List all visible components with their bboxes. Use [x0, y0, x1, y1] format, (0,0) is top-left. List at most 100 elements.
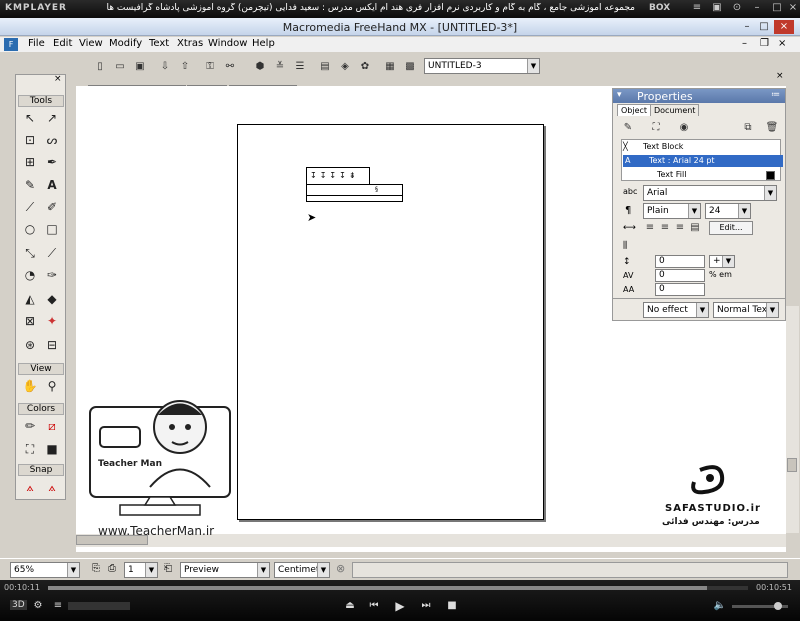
brush-icon[interactable]: ✑: [42, 265, 62, 285]
minimize-button[interactable]: –: [739, 20, 755, 34]
perspective-icon[interactable]: ◭: [20, 289, 40, 309]
document-page[interactable]: ↧↧↧↧⇟ § ➤: [237, 124, 544, 520]
connector-icon[interactable]: ⊛: [20, 335, 40, 355]
fill-swatch[interactable]: [766, 171, 775, 180]
new-icon[interactable]: ▯: [91, 58, 109, 76]
units-select[interactable]: Centimeters ▼: [274, 562, 330, 578]
properties-title-bar[interactable]: ▾ Properties ≔: [613, 89, 785, 103]
panel-justify-icon[interactable]: ▤: [688, 221, 702, 235]
add-fill-icon[interactable]: ⛶: [647, 119, 665, 137]
eyedropper-icon[interactable]: ✒: [42, 152, 62, 172]
line-icon[interactable]: ⟋: [20, 197, 40, 217]
symbols-icon[interactable]: ◈: [336, 58, 354, 76]
next-page-icon[interactable]: ⎙: [108, 563, 116, 574]
maximize-button[interactable]: □: [756, 20, 772, 34]
import-icon[interactable]: ⇩: [156, 58, 174, 76]
vertical-scrollbar[interactable]: [786, 306, 799, 533]
knife-icon[interactable]: ⟋: [42, 243, 62, 263]
blend-icon[interactable]: ⊠: [20, 311, 40, 331]
kerning-input[interactable]: 0: [655, 269, 705, 282]
volume-slider[interactable]: [732, 602, 788, 610]
scale-icon[interactable]: ⤡: [20, 243, 40, 263]
player-minimize-icon[interactable]: –: [750, 1, 764, 15]
app-icon[interactable]: F: [4, 38, 18, 51]
prev-page-icon[interactable]: ⎘: [92, 563, 100, 574]
leading-unit-select[interactable]: + ▼: [709, 255, 735, 268]
panel-size-select[interactable]: 24 ▼: [705, 203, 751, 219]
chart-icon[interactable]: ⊟: [42, 335, 62, 355]
layers-icon[interactable]: ☰: [291, 58, 309, 76]
format-badges[interactable]: [68, 602, 130, 610]
unlock-icon[interactable]: ⚯: [221, 58, 239, 76]
panel-align-left-icon[interactable]: ≡: [643, 221, 657, 235]
options-icon[interactable]: ≡: [50, 598, 66, 614]
paragraph-icon[interactable]: ¶: [625, 205, 631, 216]
swap-colors-icon[interactable]: ■: [42, 439, 62, 459]
save-icon[interactable]: ▣: [131, 58, 149, 76]
leading-input[interactable]: 0: [655, 255, 705, 268]
mdi-restore-icon[interactable]: ❐: [760, 38, 769, 49]
menu-modify[interactable]: Modify: [109, 38, 142, 49]
stop-icon[interactable]: ⊗: [336, 562, 345, 575]
columns-icon[interactable]: ⫼: [623, 241, 627, 251]
effect-select[interactable]: No effect ▼: [643, 302, 709, 318]
player-restore-icon[interactable]: ▣: [710, 1, 724, 15]
menu-help[interactable]: Help: [252, 38, 275, 49]
page-icon[interactable]: ⎗: [164, 563, 172, 574]
mdi-minimize-icon[interactable]: –: [742, 38, 747, 49]
panel-font-select[interactable]: Arial ▼: [643, 185, 777, 201]
panel-menu-icon[interactable]: ≔: [771, 90, 780, 100]
menu-xtras[interactable]: Xtras: [177, 38, 203, 49]
duplicate-item-icon[interactable]: ⧉: [739, 119, 757, 137]
text-mode-select[interactable]: Normal Text ▼: [713, 302, 779, 318]
ellipse-icon[interactable]: ○: [20, 219, 40, 239]
freeform-icon[interactable]: ◔: [20, 265, 40, 285]
3d-badge[interactable]: 3D: [10, 600, 27, 610]
page-tool-icon[interactable]: ⊡: [20, 130, 40, 150]
open-icon[interactable]: ▭: [111, 58, 129, 76]
view-mode-select[interactable]: Preview ▼: [180, 562, 270, 578]
text-tab-abc-icon[interactable]: abc: [623, 187, 637, 196]
pen-icon[interactable]: ✎: [20, 175, 40, 195]
library-icon[interactable]: ▤: [316, 58, 334, 76]
lock-icon[interactable]: ⚿: [201, 58, 219, 76]
collapse-icon[interactable]: ▾: [617, 90, 622, 100]
leading-icon[interactable]: ↕: [623, 257, 631, 267]
graphic-hose-icon[interactable]: ✦: [42, 311, 62, 331]
rectangle-icon[interactable]: □: [42, 219, 62, 239]
panel-close-icon[interactable]: ×: [776, 71, 784, 81]
extrude-icon[interactable]: ◆: [42, 289, 62, 309]
play-icon[interactable]: ▶: [392, 598, 408, 614]
mdi-close-icon[interactable]: ×: [778, 38, 786, 49]
align-icon[interactable]: ≚: [271, 58, 289, 76]
text-tool-icon[interactable]: A: [42, 175, 62, 195]
snap-point-icon[interactable]: ⟑: [20, 477, 40, 497]
zoom-icon[interactable]: ⚲: [42, 376, 62, 396]
previous-icon[interactable]: ⏮: [366, 598, 382, 614]
menu-file[interactable]: File: [28, 38, 45, 49]
page-select[interactable]: 1 ▼: [124, 562, 158, 578]
styles-icon[interactable]: ▩: [401, 58, 419, 76]
menu-window[interactable]: Window: [208, 38, 247, 49]
volume-knob[interactable]: [774, 602, 782, 610]
kerning-icon[interactable]: AV: [623, 271, 633, 280]
hand-icon[interactable]: ✋: [20, 376, 40, 396]
scroll-thumb[interactable]: [787, 458, 797, 472]
panel-align-center-icon[interactable]: ≡: [658, 221, 672, 235]
color-mixer-icon[interactable]: ✿: [356, 58, 374, 76]
trace-icon[interactable]: ⊞: [20, 152, 40, 172]
menu-view[interactable]: View: [79, 38, 103, 49]
snap-guide-icon[interactable]: ⟑: [42, 477, 62, 497]
export-icon[interactable]: ⇧: [176, 58, 194, 76]
stroke-color-icon[interactable]: ✏: [20, 416, 40, 436]
subselect-icon[interactable]: ↗: [42, 108, 62, 128]
tab-document[interactable]: Document: [650, 104, 700, 116]
player-box-label[interactable]: BOX: [649, 3, 670, 13]
player-pin-icon[interactable]: ⊙: [730, 1, 744, 15]
spacing-icon[interactable]: ⟷: [623, 223, 636, 233]
panel-close-icon[interactable]: ×: [54, 74, 62, 84]
no-color-icon[interactable]: ⧄: [42, 416, 62, 436]
seek-bar[interactable]: [48, 586, 748, 590]
menu-text[interactable]: Text: [149, 38, 169, 49]
panel-align-right-icon[interactable]: ≡: [673, 221, 687, 235]
